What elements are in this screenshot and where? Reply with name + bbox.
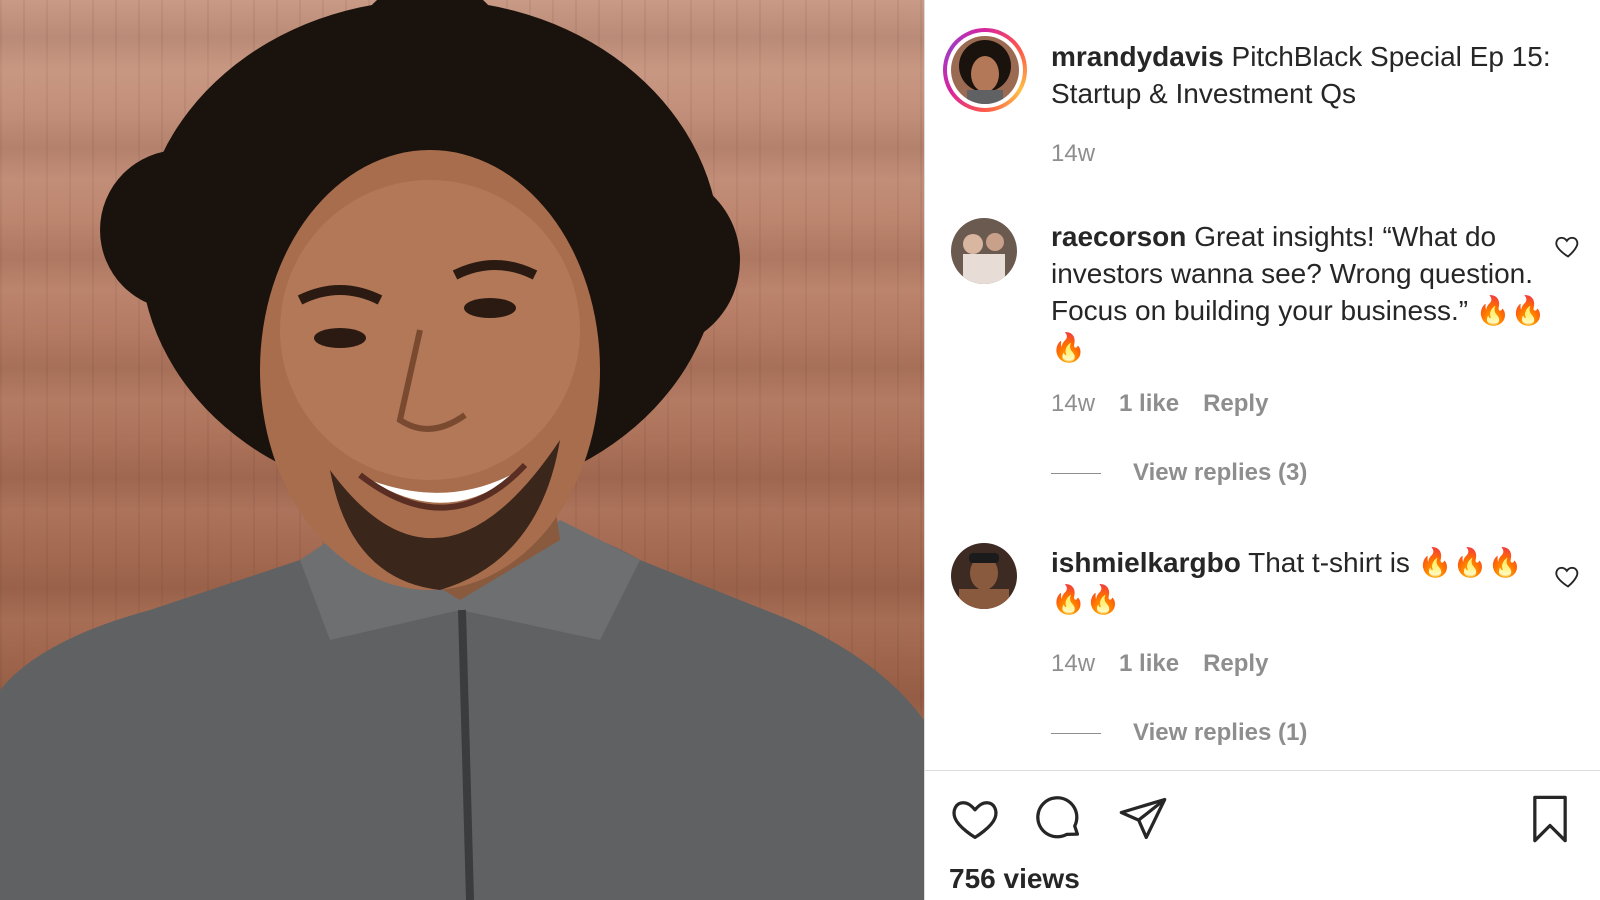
comment-like-heart-icon[interactable] (1554, 562, 1582, 590)
comment-meta: 14w 1 like Reply (1051, 390, 1268, 418)
caption-meta: 14w (1051, 140, 1095, 168)
comment-likes[interactable]: 1 like (1119, 390, 1179, 418)
comment-meta: 14w 1 like Reply (1051, 650, 1268, 678)
avatar[interactable] (951, 218, 1017, 284)
heart-icon[interactable] (949, 793, 1001, 845)
video-frame-person (0, 0, 924, 900)
caption-time[interactable]: 14w (1051, 140, 1095, 168)
comment-username[interactable]: raecorson (1051, 221, 1186, 252)
avatar (951, 36, 1019, 104)
view-replies-button[interactable]: View replies (3) (1051, 459, 1307, 487)
view-replies-label: View replies (3) (1133, 459, 1308, 486)
comment-bubble-icon[interactable] (1033, 793, 1085, 845)
divider-line (1051, 732, 1101, 734)
avatar[interactable] (951, 543, 1017, 609)
comment-likes[interactable]: 1 like (1119, 650, 1179, 678)
avatar-photo-icon (951, 36, 1019, 104)
action-icons (949, 793, 1169, 845)
author-avatar-ring[interactable] (943, 28, 1027, 112)
author-username[interactable]: mrandydavis (1051, 41, 1224, 72)
view-replies-label: View replies (1) (1133, 719, 1308, 746)
view-count[interactable]: 756 views (949, 863, 1080, 895)
reply-button[interactable]: Reply (1203, 650, 1268, 678)
instagram-post: mrandydavis PitchBlack Special Ep 15: St… (0, 0, 1600, 900)
post-side-panel: mrandydavis PitchBlack Special Ep 15: St… (924, 0, 1600, 900)
comments-list[interactable]: mrandydavis PitchBlack Special Ep 15: St… (925, 0, 1600, 770)
bookmark-icon[interactable] (1524, 793, 1576, 845)
comment-username[interactable]: ishmielkargbo (1051, 547, 1241, 578)
comment-time[interactable]: 14w (1051, 390, 1095, 418)
comment-text-block: raecorson Great insights! “What do inves… (1051, 218, 1551, 366)
divider-line (1051, 472, 1101, 474)
avatar-photo-icon (951, 218, 1017, 284)
comment-like-heart-icon[interactable] (1554, 232, 1582, 260)
view-replies-button[interactable]: View replies (1) (1051, 719, 1307, 747)
post-video[interactable] (0, 0, 924, 900)
paper-plane-icon[interactable] (1117, 793, 1169, 845)
post-caption: mrandydavis PitchBlack Special Ep 15: St… (1051, 38, 1551, 112)
comment-time[interactable]: 14w (1051, 650, 1095, 678)
post-actions-bar: 756 views (925, 770, 1600, 900)
avatar-photo-icon (951, 543, 1017, 609)
reply-button[interactable]: Reply (1203, 390, 1268, 418)
comment-text-block: ishmielkargbo That t-shirt is 🔥🔥🔥🔥🔥 (1051, 544, 1551, 618)
